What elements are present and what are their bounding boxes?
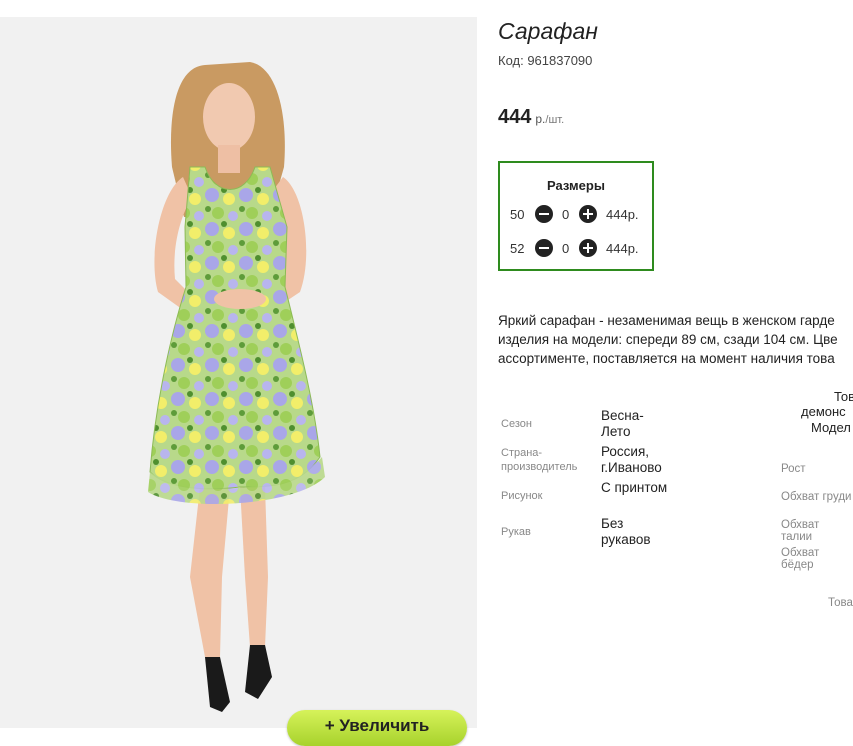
product-title: Сарафан: [498, 18, 598, 44]
size-quantity: 0: [562, 207, 570, 222]
price-value: 444: [498, 106, 532, 128]
property-value: Россия, г.Иваново: [601, 444, 662, 475]
property-value: С принтом: [601, 480, 668, 495]
zoom-button[interactable]: + Увеличить: [287, 710, 467, 746]
model-measure-label: Обхват груди: [781, 491, 852, 503]
sizes-title: Размеры: [547, 178, 605, 193]
size-quantity: 0: [562, 241, 570, 256]
model-illustration: [148, 62, 325, 712]
property-value: Весна-Лето: [601, 408, 644, 439]
model-header-line: Тов: [834, 389, 853, 404]
property-label: Рукав: [501, 526, 531, 538]
model-measure-label: Обхват талии: [781, 519, 820, 543]
model-header-line: Модел: [811, 420, 851, 435]
minus-circle-icon[interactable]: [535, 205, 553, 223]
plus-circle-icon[interactable]: [579, 205, 597, 223]
model-measure-label: Рост: [781, 463, 806, 475]
product-code: Код: 961837090: [498, 53, 593, 68]
model-footer-text: Това: [828, 597, 853, 609]
plus-circle-icon[interactable]: [579, 239, 597, 257]
size-price: 444р.: [606, 207, 639, 222]
model-measure-label: Обхват бёдер: [781, 547, 820, 571]
size-price: 444р.: [606, 241, 639, 256]
property-value: Без рукавов: [601, 516, 651, 547]
price-unit: р./шт.: [535, 112, 565, 126]
model-header-line: демонс: [801, 404, 846, 419]
size-value: 50: [510, 207, 525, 222]
product-description: Яркий сарафан - незаменимая вещь в женск…: [498, 313, 838, 366]
minus-circle-icon[interactable]: [535, 239, 553, 257]
property-label: Страна-производитель: [501, 447, 578, 473]
product-price: 444 р./шт.: [498, 106, 564, 129]
product-photo[interactable]: [0, 17, 477, 728]
sizes-box: Размеры 50 0 444р. 52 0 444р.: [498, 161, 654, 271]
property-label: Сезон: [501, 418, 532, 430]
size-value: 52: [510, 241, 525, 256]
property-label: Рисунок: [501, 490, 543, 502]
